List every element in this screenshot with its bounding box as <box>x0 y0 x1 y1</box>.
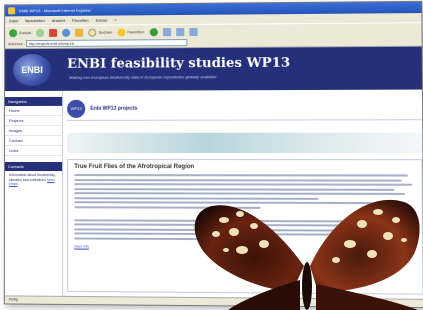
contacts-heading: Contacts <box>4 162 63 172</box>
menu-item-help[interactable]: ? <box>114 15 116 24</box>
header-image <box>67 132 423 153</box>
address-input[interactable]: http://projects.enbi.info/wp13/ <box>25 39 188 48</box>
back-arrow-icon <box>9 28 18 37</box>
section-title: Enbi WP13 projects <box>90 105 138 112</box>
enbi-logo[interactable]: ENBI <box>13 53 52 87</box>
contacts-text: Information about biodiversity, climates… <box>5 171 62 189</box>
butterfly-image <box>194 199 420 310</box>
stop-icon[interactable] <box>49 28 58 37</box>
history-icon[interactable] <box>162 27 171 36</box>
left-forewing <box>194 205 304 292</box>
print-icon[interactable] <box>188 27 198 36</box>
nav-item-links[interactable]: Links <box>4 145 63 157</box>
search-button-label: Suchen <box>98 29 113 35</box>
site-subtitle: Making non-European biodiversity data in… <box>69 74 217 80</box>
menu-item-edit[interactable]: Bearbeiten <box>25 16 44 25</box>
star-icon <box>117 27 126 37</box>
section-header: WP13 Enbi WP13 projects <box>67 95 423 121</box>
text-line <box>74 178 402 182</box>
search-button[interactable]: Suchen <box>88 28 113 37</box>
window-title: ENBI WP13 - Microsoft Internet Explorer <box>19 7 92 14</box>
favorites-button-label: Favoriten <box>127 29 145 35</box>
section-logo: WP13 <box>67 99 86 118</box>
article-title: True Fruit Flies of the Afrotropical Reg… <box>74 164 195 171</box>
back-button-label: Zurück <box>19 30 32 36</box>
nav-heading: Navigation <box>5 96 63 107</box>
nav-item-home[interactable]: Home <box>5 105 63 117</box>
forward-arrow-icon[interactable] <box>36 28 45 37</box>
site-banner: ENBI ENBI feasibility studies WP13 Makin… <box>5 46 423 92</box>
menu-item-view[interactable]: Ansicht <box>52 16 65 25</box>
right-hindwing <box>316 284 418 310</box>
nav-item-contact[interactable]: Contact <box>5 135 63 147</box>
right-forewing <box>310 199 420 292</box>
home-icon[interactable] <box>75 28 84 37</box>
refresh-icon[interactable] <box>62 28 71 37</box>
site-title: ENBI feasibility studies WP13 <box>67 55 291 72</box>
nav-item-projects[interactable]: Projects <box>5 115 63 127</box>
mail-icon[interactable] <box>175 27 184 36</box>
browser-app-icon <box>8 7 16 15</box>
text-line <box>74 183 412 186</box>
left-navigation: Navigation Home Projects Images Contact … <box>4 90 64 298</box>
address-label: Adresse <box>8 41 23 47</box>
text-line <box>74 174 409 177</box>
nav-item-images[interactable]: Images <box>5 125 63 137</box>
search-icon <box>88 28 97 37</box>
back-button[interactable]: Zurück <box>9 28 32 37</box>
menu-item-tools[interactable]: Extras <box>96 16 107 25</box>
butterfly-body <box>302 262 312 310</box>
menu-item-file[interactable]: Datei <box>9 16 18 25</box>
favorites-button[interactable]: Favoriten <box>117 27 145 37</box>
media-icon[interactable] <box>149 27 158 36</box>
menu-item-favorites[interactable]: Favoriten <box>72 16 89 25</box>
